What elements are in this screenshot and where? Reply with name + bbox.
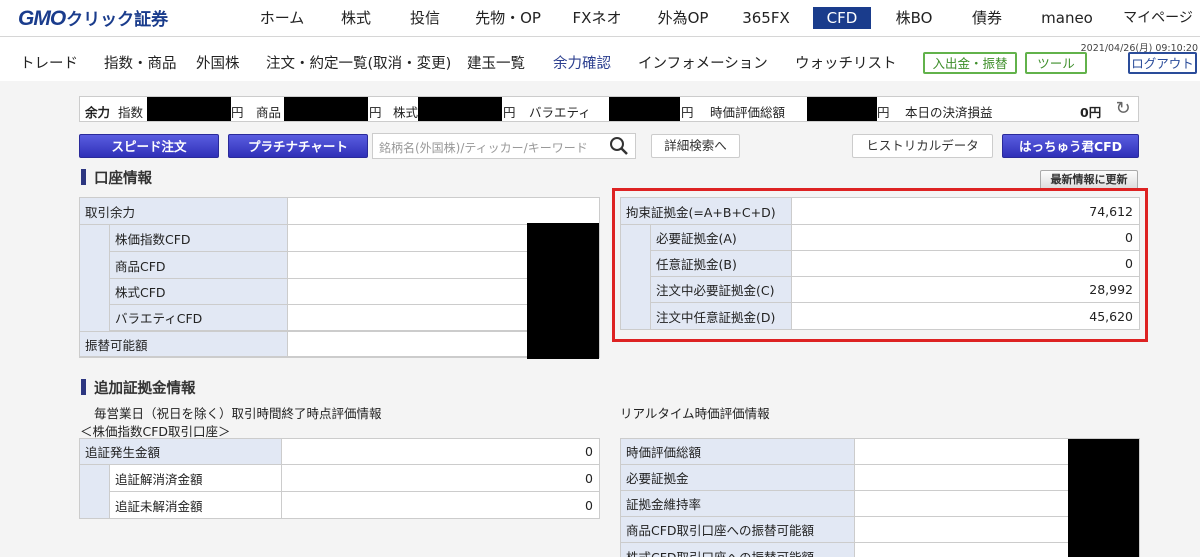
row-value: 0: [585, 497, 593, 513]
subnav-trade[interactable]: トレード: [20, 52, 78, 73]
row-label: 追証未解消金額: [110, 492, 282, 518]
row-label: 株式CFD取引口座への振替可能額: [621, 543, 855, 557]
table-row: 必要証拠金: [621, 465, 1139, 491]
nav-fx-neo[interactable]: FXネオ: [569, 7, 625, 29]
nav-maneo[interactable]: maneo: [1036, 7, 1098, 29]
tool-button[interactable]: ツール: [1025, 52, 1087, 74]
row-label: 振替可能額: [80, 332, 288, 356]
redacted-realtime-values: [1068, 439, 1139, 557]
yen-unit: 円: [231, 105, 244, 120]
table-row: 商品CFD: [110, 252, 599, 279]
row-value: 0: [585, 444, 593, 459]
table-row: 商品CFD取引口座への振替可能額: [621, 517, 1139, 543]
search-input[interactable]: 銘柄名(外国株)/ティッカー/キーワード: [372, 133, 636, 159]
table-row: 取引余力: [80, 198, 599, 225]
row-label: 商品CFD取引口座への振替可能額: [621, 517, 855, 542]
table-row: 追証未解消金額 0: [110, 492, 599, 518]
variety-label: バラエティ: [529, 105, 591, 120]
indent-column: [80, 465, 110, 518]
table-row: 株価指数CFD: [110, 225, 599, 252]
nav-stock[interactable]: 株式: [332, 7, 380, 29]
nav-fx-option[interactable]: 外為OP: [652, 7, 714, 29]
detail-search-button[interactable]: 詳細検索へ: [651, 134, 740, 158]
refresh-icon[interactable]: ↻: [1112, 98, 1134, 120]
margin-summary-bar: 余力 指数 円 商品 円 株式 円 バラエティ 円 時価評価総額 円 本日の決済…: [79, 96, 1139, 122]
main-content: 余力 指数 円 商品 円 株式 円 バラエティ 円 時価評価総額 円 本日の決済…: [0, 81, 1200, 557]
index-label: 指数: [118, 105, 144, 120]
redacted-account-values: [527, 223, 599, 359]
yoryoku-label: 余力: [85, 105, 111, 120]
yen-unit: 円: [369, 105, 382, 120]
logout-button[interactable]: ログアウト: [1128, 52, 1197, 74]
daily-caption: 毎営業日（祝日を除く）取引時間終了時点評価情報: [94, 406, 382, 421]
highlight-frame: [612, 188, 1148, 342]
nav-mypage[interactable]: マイページ: [1118, 7, 1198, 29]
row-label: 取引余力: [80, 198, 288, 224]
subnav-position-list[interactable]: 建玉一覧: [467, 52, 525, 73]
stock-label: 株式: [393, 105, 419, 120]
subnav-index-commodity[interactable]: 指数・商品: [104, 52, 177, 73]
realtime-valuation-table: 時価評価総額 必要証拠金 証拠金維持率 商品CFD取引口座への振替可能額 株式C…: [620, 438, 1140, 557]
redacted-valuation-value: [807, 97, 877, 121]
row-label: 証拠金維持率: [621, 491, 855, 516]
table-row: 振替可能額: [80, 331, 599, 357]
platinum-chart-button[interactable]: プラチナチャート: [228, 134, 368, 158]
nav-home[interactable]: ホーム: [256, 7, 308, 29]
commodity-label: 商品: [256, 105, 282, 120]
realtime-caption: リアルタイム時価評価情報: [620, 406, 770, 421]
table-row: 株式CFD取引口座への振替可能額: [621, 543, 1139, 557]
margin-left-table: 取引余力 株価指数CFD 商品CFD 株式CFD バラエティCFD 振替可能額: [79, 197, 600, 359]
gmo-click-logo[interactable]: GMO クリック証券: [18, 5, 168, 31]
row-value: 0: [585, 470, 593, 486]
hacchu-cfd-button[interactable]: はっちゅう君CFD: [1002, 134, 1139, 158]
search-icon[interactable]: [609, 136, 629, 156]
nav-bond[interactable]: 債券: [964, 7, 1010, 29]
nav-futures-op[interactable]: 先物・OP: [475, 7, 541, 29]
row-label: 追証発生金額: [80, 439, 282, 464]
row-label: 株式CFD: [110, 279, 288, 304]
row-label: 株価指数CFD: [110, 225, 288, 251]
row-label: 時価評価総額: [621, 439, 855, 464]
refresh-latest-button[interactable]: 最新情報に更新: [1040, 170, 1138, 190]
settlement-label: 本日の決済損益: [905, 105, 993, 120]
speed-order-button[interactable]: スピード注文: [79, 134, 219, 158]
subnav-information[interactable]: インフォメーション: [638, 52, 768, 73]
account-info-title: 口座情報: [81, 167, 152, 188]
nav-365fx[interactable]: 365FX: [739, 7, 793, 29]
yen-unit: 円: [877, 105, 890, 120]
valuation-label: 時価評価総額: [710, 105, 786, 120]
margin-call-title: 追加証拠金情報: [81, 377, 196, 398]
nav-cfd[interactable]: CFD: [813, 7, 871, 29]
yen-unit: 円: [503, 105, 516, 120]
yen-unit: 円: [681, 105, 694, 120]
nav-stock-bo[interactable]: 株BO: [891, 7, 937, 29]
subnav-order-list[interactable]: 注文・約定一覧(取消・変更): [266, 52, 451, 73]
settlement-value: 0円: [1080, 105, 1102, 120]
subnav-foreign-stock[interactable]: 外国株: [196, 52, 240, 73]
table-row: 証拠金維持率: [621, 491, 1139, 517]
row-label: 必要証拠金: [621, 465, 855, 490]
redacted-stock-value: [418, 97, 502, 121]
table-row: 追証発生金額 0: [80, 439, 599, 465]
top-navigation: GMO クリック証券 ホーム 株式 投信 先物・OP FXネオ 外為OP 365F…: [0, 0, 1200, 36]
table-row: バラエティCFD: [110, 305, 599, 331]
table-row: 時価評価総額: [621, 439, 1139, 465]
deposit-withdraw-button[interactable]: 入出金・振替: [923, 52, 1017, 74]
historical-data-button[interactable]: ヒストリカルデータ: [852, 134, 993, 158]
subnav-margin-check[interactable]: 余力確認: [553, 52, 611, 73]
redacted-index-value: [147, 97, 231, 121]
subnav-watchlist[interactable]: ウォッチリスト: [795, 52, 897, 73]
table-row: 株式CFD: [110, 279, 599, 305]
nav-fund[interactable]: 投信: [403, 7, 447, 29]
sub-navigation: 2021/04/26(月) 09:10:20 トレード 指数・商品 外国株 注文…: [0, 36, 1200, 81]
table-row: 追証解消済金額 0: [110, 465, 599, 492]
row-label: バラエティCFD: [110, 305, 288, 330]
indent-column: [80, 225, 110, 331]
row-label: 商品CFD: [110, 252, 288, 278]
redacted-variety-value: [609, 97, 680, 121]
redacted-commodity-value: [284, 97, 368, 121]
search-placeholder: 銘柄名(外国株)/ティッカー/キーワード: [379, 141, 588, 155]
row-label: 追証解消済金額: [110, 465, 282, 491]
margin-call-table: 追証発生金額 0 追証解消済金額 0 追証未解消金額 0: [79, 438, 600, 519]
